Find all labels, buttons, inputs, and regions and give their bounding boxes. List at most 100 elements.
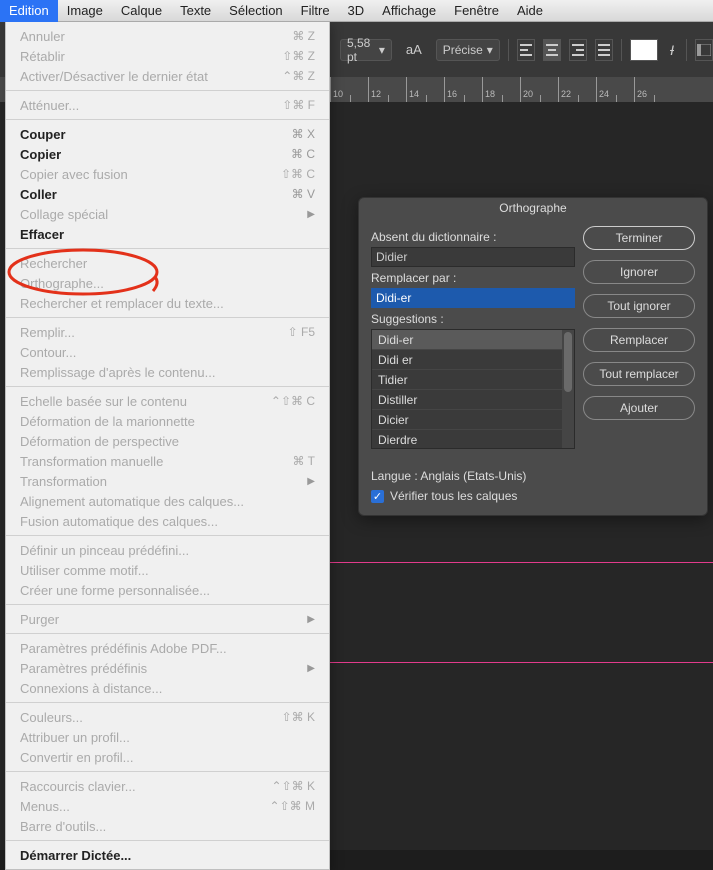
chevron-right-icon: ▶: [307, 614, 315, 625]
separator: [686, 39, 687, 61]
menu-item-shortcut: ⌘ V: [292, 187, 315, 201]
ruler-tick: 18: [482, 77, 520, 102]
menubar-item-edition[interactable]: Edition: [0, 0, 58, 22]
ruler-tick: 14: [406, 77, 444, 102]
menubar-item-texte[interactable]: Texte: [171, 0, 220, 22]
scrollbar[interactable]: [562, 330, 574, 448]
menu-item: Alignement automatique des calques...: [6, 491, 329, 511]
menu-item: Annuler⌘ Z: [6, 26, 329, 46]
menu-item-label: Alignement automatique des calques...: [20, 494, 244, 509]
menu-item: Rechercher: [6, 253, 329, 273]
menu-item-label: Raccourcis clavier...: [20, 779, 136, 794]
menubar: EditionImageCalqueTexteSélectionFiltre3D…: [0, 0, 713, 22]
menu-divider: [6, 535, 329, 536]
suggestion-item[interactable]: Didi er: [372, 350, 574, 370]
menu-item: Contour...: [6, 342, 329, 362]
menu-item: Fusion automatique des calques...: [6, 511, 329, 531]
text-color-swatch[interactable]: [630, 39, 658, 61]
scrollbar-thumb[interactable]: [564, 332, 572, 392]
align-center-button[interactable]: [543, 39, 561, 61]
tout-ignorer-button[interactable]: Tout ignorer: [583, 294, 695, 318]
menu-item[interactable]: Coller⌘ V: [6, 184, 329, 204]
menubar-item-aide[interactable]: Aide: [508, 0, 552, 22]
menu-item-label: Connexions à distance...: [20, 681, 162, 696]
menu-item-label: Echelle basée sur le contenu: [20, 394, 187, 409]
guide-line[interactable]: [330, 662, 713, 663]
menu-divider: [6, 702, 329, 703]
replace-field[interactable]: [371, 288, 575, 308]
menu-item[interactable]: Effacer: [6, 224, 329, 244]
tout-remplacer-button[interactable]: Tout remplacer: [583, 362, 695, 386]
menu-item: Couleurs...⇧⌘ K: [6, 707, 329, 727]
chevron-right-icon: ▶: [307, 663, 315, 674]
chevron-right-icon: ▶: [307, 476, 315, 487]
suggestion-item[interactable]: Didi-er: [372, 330, 574, 350]
antialias-select[interactable]: Précise ▾: [436, 39, 500, 61]
menu-item-label: Menus...: [20, 799, 70, 814]
menu-item[interactable]: Démarrer Dictée...: [6, 845, 329, 865]
panel-toggle-icon[interactable]: [695, 39, 713, 61]
ruler-tick: 12: [368, 77, 406, 102]
menu-item-label: Rechercher et remplacer du texte...: [20, 296, 224, 311]
suggestion-item[interactable]: Distiller: [372, 390, 574, 410]
warp-text-icon[interactable]: I: [666, 42, 678, 58]
menu-item-label: Barre d'outils...: [20, 819, 106, 834]
menu-item-label: Purger: [20, 612, 59, 627]
suggestions-list[interactable]: Didi-erDidi erTidierDistillerDicierDierd…: [371, 329, 575, 449]
menubar-item-affichage[interactable]: Affichage: [373, 0, 445, 22]
suggestion-item[interactable]: Dierdre: [372, 430, 574, 449]
menu-item: Attribuer un profil...: [6, 727, 329, 747]
menubar-item-calque[interactable]: Calque: [112, 0, 171, 22]
menu-item: Paramètres prédéfinis▶: [6, 658, 329, 678]
ignorer-button[interactable]: Ignorer: [583, 260, 695, 284]
antialias-value: Précise: [443, 43, 483, 57]
suggestion-item[interactable]: Dicier: [372, 410, 574, 430]
menubar-item-fenêtre[interactable]: Fenêtre: [445, 0, 508, 22]
menubar-item-filtre[interactable]: Filtre: [292, 0, 339, 22]
dialog-title: Orthographe: [359, 198, 707, 218]
menu-item-label: Convertir en profil...: [20, 750, 133, 765]
font-size-field[interactable]: 5,58 pt ▾: [340, 39, 392, 61]
menubar-item-image[interactable]: Image: [58, 0, 112, 22]
ruler-tick: 20: [520, 77, 558, 102]
remplacer-button[interactable]: Remplacer: [583, 328, 695, 352]
align-right-button[interactable]: [569, 39, 587, 61]
chevron-right-icon: ▶: [307, 209, 315, 220]
menubar-item-sélection[interactable]: Sélection: [220, 0, 291, 22]
menu-item-label: Utiliser comme motif...: [20, 563, 149, 578]
edition-menu-dropdown: Annuler⌘ ZRétablir⇧⌘ ZActiver/Désactiver…: [5, 22, 330, 870]
ruler-tick: 22: [558, 77, 596, 102]
suggestion-item[interactable]: Tidier: [372, 370, 574, 390]
terminer-button[interactable]: Terminer: [583, 226, 695, 250]
ruler-tick: 10: [330, 77, 368, 102]
menu-item-shortcut: ⇧⌘ F: [282, 98, 315, 112]
menu-item-label: Rechercher: [20, 256, 87, 271]
align-left-button[interactable]: [517, 39, 535, 61]
absent-label: Absent du dictionnaire :: [371, 230, 575, 244]
menu-item: Utiliser comme motif...: [6, 560, 329, 580]
menu-item: Atténuer...⇧⌘ F: [6, 95, 329, 115]
separator: [508, 39, 509, 61]
ruler-tick: 24: [596, 77, 634, 102]
menu-item: Déformation de perspective: [6, 431, 329, 451]
menu-item: Paramètres prédéfinis Adobe PDF...: [6, 638, 329, 658]
menu-item[interactable]: Copier⌘ C: [6, 144, 329, 164]
menu-item-label: Copier: [20, 147, 61, 162]
menu-item-shortcut: ⌃⇧⌘ M: [270, 799, 315, 813]
chevron-down-icon: ▾: [487, 43, 493, 57]
align-justify-button[interactable]: [595, 39, 613, 61]
checkbox-checked-icon[interactable]: ✓: [371, 490, 384, 503]
menubar-item-3d[interactable]: 3D: [339, 0, 374, 22]
menu-item-label: Rétablir: [20, 49, 65, 64]
menu-item[interactable]: Couper⌘ X: [6, 124, 329, 144]
menu-item-label: Orthographe...: [20, 276, 104, 291]
ajouter-button[interactable]: Ajouter: [583, 396, 695, 420]
menu-item-label: Remplissage d'après le contenu...: [20, 365, 215, 380]
menu-item-label: Transformation manuelle: [20, 454, 163, 469]
menu-item-label: Créer une forme personnalisée...: [20, 583, 210, 598]
menu-item: Rétablir⇧⌘ Z: [6, 46, 329, 66]
check-all-layers-row[interactable]: ✓ Vérifier tous les calques: [359, 489, 707, 515]
menu-item-shortcut: ⌃⌘ Z: [282, 69, 315, 83]
menu-item-label: Transformation: [20, 474, 107, 489]
guide-line[interactable]: [330, 562, 713, 563]
